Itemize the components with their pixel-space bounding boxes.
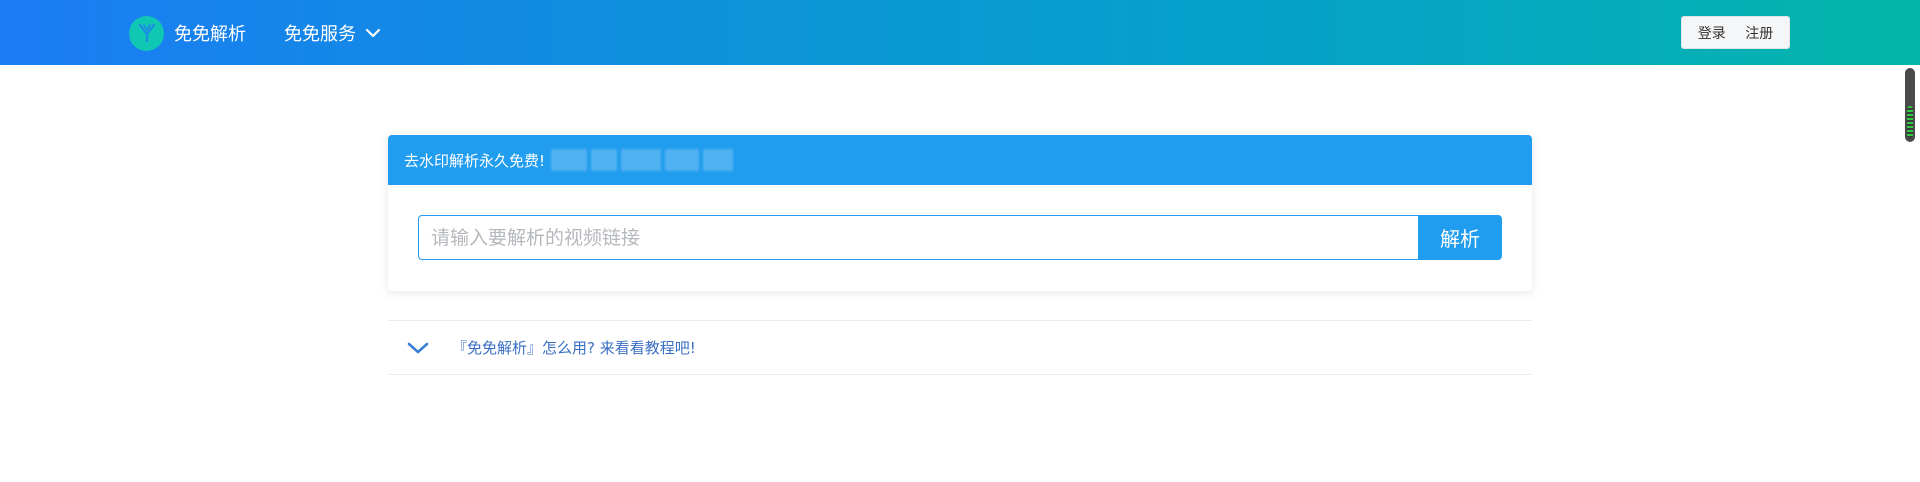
login-button[interactable]: 登录 — [1698, 23, 1726, 43]
banner-text: 去水印解析永久免费! — [404, 151, 546, 170]
brand-home-link[interactable]: 免免解析 — [129, 15, 246, 51]
video-link-input[interactable] — [418, 215, 1418, 260]
chevron-down-icon — [365, 28, 381, 38]
blurred-content — [551, 146, 751, 174]
brand-name: 免免解析 — [174, 24, 246, 45]
tutorial-text: 『免免解析』怎么用? 来看看教程吧! — [452, 339, 696, 357]
y-logo-icon — [129, 15, 164, 51]
services-menu[interactable]: 免免服务 — [284, 20, 381, 46]
parse-button[interactable]: 解析 — [1418, 215, 1502, 260]
card-banner: 去水印解析永久免费! — [388, 135, 1532, 185]
search-row: 解析 — [418, 215, 1502, 260]
tutorial-toggle[interactable]: 『免免解析』怎么用? 来看看教程吧! — [388, 320, 1532, 375]
auth-buttons: 登录 注册 — [1681, 16, 1790, 49]
register-button[interactable]: 注册 — [1745, 23, 1773, 43]
top-navbar: 免免解析 免免服务 登录 注册 — [0, 0, 1920, 65]
services-label: 免免服务 — [284, 24, 356, 45]
chevron-down-icon — [407, 342, 429, 353]
scrollbar-thumb[interactable] — [1907, 106, 1913, 138]
parse-card: 去水印解析永久免费! 解析 — [388, 135, 1532, 291]
scrollbar[interactable] — [1905, 68, 1915, 142]
